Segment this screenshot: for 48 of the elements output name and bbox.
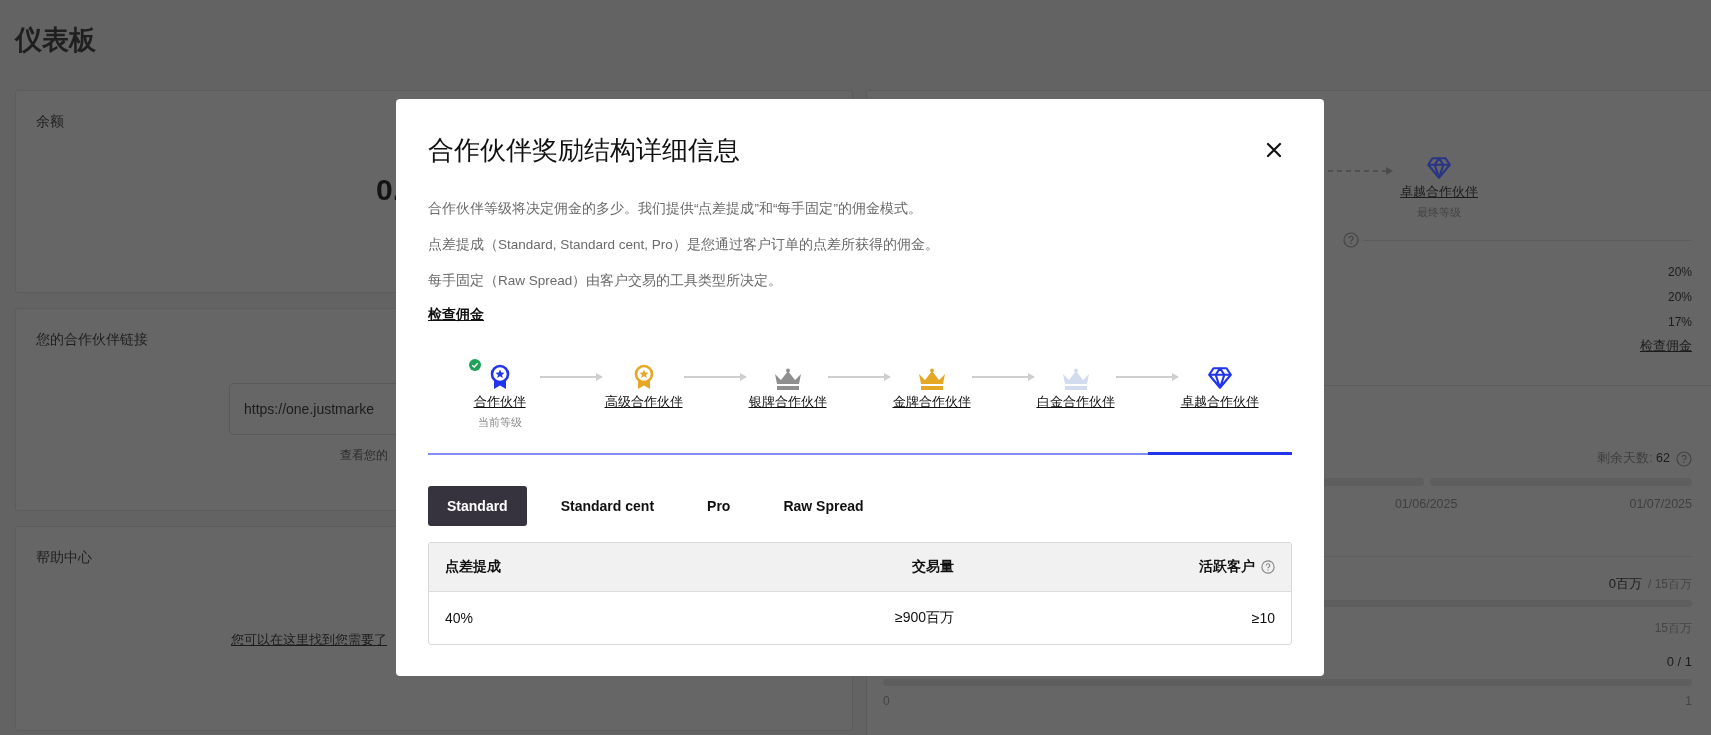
tier-link[interactable]: 金牌合作伙伴 <box>892 394 971 411</box>
card-title: 您的合作伙伴链接 <box>36 331 148 349</box>
tier-indicator[interactable] <box>1004 453 1148 455</box>
arrow-icon <box>539 372 604 382</box>
volume-value: 0百万 <box>1608 575 1642 593</box>
tier-link[interactable]: 白金合作伙伴 <box>1036 394 1115 411</box>
arrow-icon <box>1115 372 1180 382</box>
column-header: 活跃客户 <box>1199 558 1255 576</box>
column-header: 交易量 <box>912 558 954 576</box>
commission-rate: 20% <box>1667 265 1692 279</box>
help-icon[interactable] <box>1343 232 1359 248</box>
description-text: 合作伙伴等级将决定佣金的多少。我们提供“点差提成”和“每手固定”的佣金模式。 <box>428 200 923 218</box>
description-text: 点差提成（Standard, Standard cent, Pro）是您通过客户订单的点差所获得的佣金。 <box>428 236 940 254</box>
account-type-tab[interactable]: Raw Spread <box>764 486 883 526</box>
commission-link[interactable]: 检查佣金 <box>428 306 484 324</box>
help-icon[interactable] <box>1261 560 1275 574</box>
account-type-tab[interactable]: Standard <box>428 486 527 526</box>
table-cell: ≥900百万 <box>894 609 954 627</box>
client-count: 0 / 1 <box>1666 654 1692 669</box>
table-cell: ≥10 <box>1251 610 1275 626</box>
tier-indicator[interactable] <box>428 453 572 455</box>
tier-link[interactable]: 高级合作伙伴 <box>604 394 683 411</box>
tier-indicator[interactable] <box>1148 452 1292 455</box>
close-icon[interactable] <box>1266 142 1282 158</box>
tier-link[interactable]: 合作伙伴 <box>473 394 526 411</box>
arrow-icon <box>827 372 892 382</box>
help-icon[interactable] <box>1676 450 1692 467</box>
dashed-arrow <box>1328 166 1394 176</box>
arrow-icon <box>971 372 1036 382</box>
card-title: 帮助中心 <box>36 549 92 567</box>
tier-indicator[interactable] <box>860 453 1004 455</box>
commission-rate: 20% <box>1667 290 1692 304</box>
commission-rate: 17% <box>1667 315 1692 329</box>
account-type-tab[interactable]: Pro <box>688 486 750 526</box>
table-cell: 40% <box>445 610 474 626</box>
tier-caption: 当前等级 <box>477 415 522 430</box>
modal-title: 合作伙伴奖励结构详细信息 <box>428 133 740 167</box>
account-type-tab[interactable]: Standard cent <box>541 486 674 526</box>
card-title: 余额 <box>36 113 64 131</box>
description-text: 每手固定（Raw Spread）由客户交易的工具类型所决定。 <box>428 272 784 290</box>
tier-link[interactable]: 银牌合作伙伴 <box>748 394 827 411</box>
page-title: 仪表板 <box>15 24 97 57</box>
diamond-icon <box>1426 156 1452 180</box>
arrow-icon <box>683 372 748 382</box>
column-header: 点差提成 <box>445 558 501 576</box>
tier-indicator[interactable] <box>716 453 860 455</box>
tier-link[interactable]: 卓越合作伙伴 <box>1180 394 1259 411</box>
tier-indicator[interactable] <box>572 453 716 455</box>
